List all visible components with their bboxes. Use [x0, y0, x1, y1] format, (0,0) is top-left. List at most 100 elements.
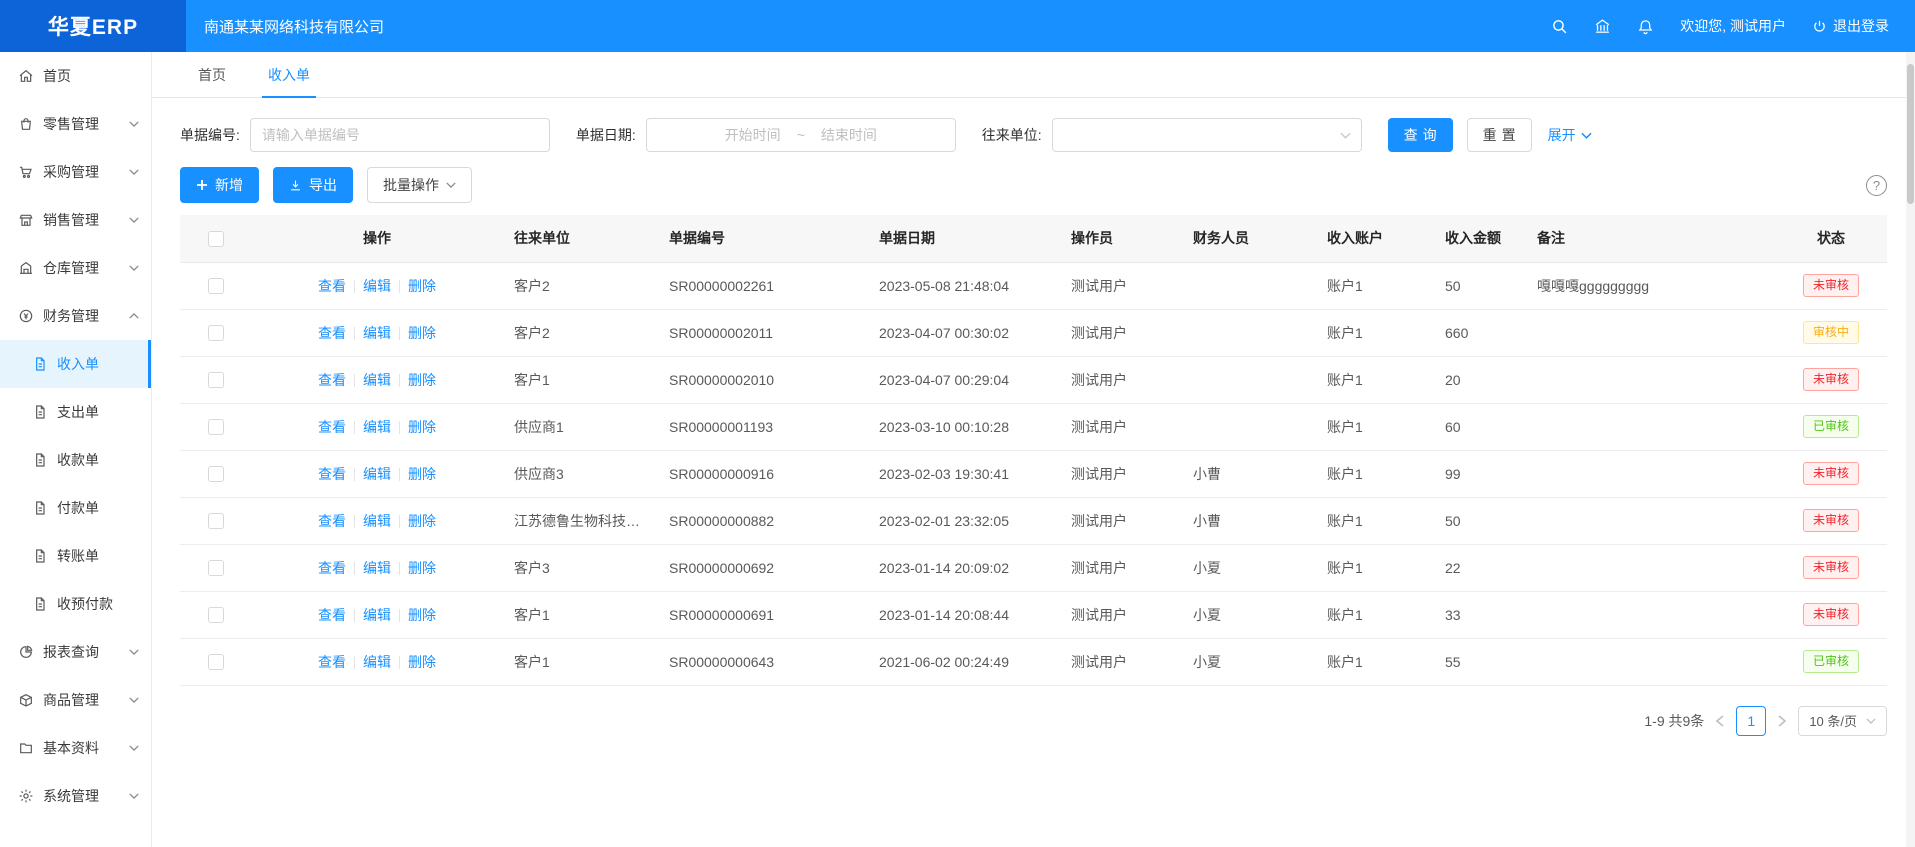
export-button[interactable]: 导出: [273, 167, 353, 203]
search-button[interactable]: 查询: [1388, 118, 1453, 152]
batch-actions-button[interactable]: 批量操作: [367, 167, 472, 203]
edit-link[interactable]: 编辑: [363, 513, 391, 529]
edit-link[interactable]: 编辑: [363, 466, 391, 482]
view-link[interactable]: 查看: [318, 325, 346, 341]
account-cell: 账户1: [1315, 497, 1433, 544]
remark-cell: [1525, 356, 1775, 403]
sidebar-item-expense-bill[interactable]: 支出单: [0, 388, 151, 436]
sidebar-item-reports[interactable]: 报表查询: [0, 628, 151, 676]
page-1-button[interactable]: 1: [1736, 706, 1766, 736]
delete-link[interactable]: 删除: [408, 607, 436, 623]
partner-select[interactable]: [1052, 118, 1362, 152]
sidebar-item-transfer-bill[interactable]: 转账单: [0, 532, 151, 580]
bill-number-input[interactable]: [250, 118, 550, 152]
reset-button[interactable]: 重置: [1467, 118, 1532, 152]
prev-page-button[interactable]: [1716, 715, 1724, 727]
sidebar-item-goods[interactable]: 商品管理: [0, 676, 151, 724]
sidebar-item-label: 报表查询: [43, 642, 129, 662]
edit-link[interactable]: 编辑: [363, 419, 391, 435]
total-text: 1-9 共9条: [1644, 711, 1704, 731]
row-checkbox[interactable]: [208, 466, 224, 482]
op-separator: [354, 421, 355, 434]
sidebar-item-advance-bill[interactable]: 收预付款: [0, 580, 151, 628]
view-link[interactable]: 查看: [318, 607, 346, 623]
delete-link[interactable]: 删除: [408, 560, 436, 576]
edit-link[interactable]: 编辑: [363, 654, 391, 670]
date-separator: ~: [797, 127, 805, 143]
row-checkbox[interactable]: [208, 325, 224, 341]
row-checkbox[interactable]: [208, 513, 224, 529]
finance-staff-cell: [1181, 309, 1315, 356]
sidebar-item-warehouse[interactable]: 仓库管理: [0, 244, 151, 292]
edit-link[interactable]: 编辑: [363, 560, 391, 576]
col-amount: 收入金额: [1433, 215, 1525, 262]
view-link[interactable]: 查看: [318, 372, 346, 388]
bank-icon[interactable]: [1594, 18, 1611, 35]
expand-toggle[interactable]: 展开: [1548, 125, 1592, 145]
row-checkbox[interactable]: [208, 654, 224, 670]
add-button[interactable]: 新增: [180, 167, 259, 203]
bell-icon[interactable]: [1637, 18, 1654, 35]
next-page-button[interactable]: [1778, 715, 1786, 727]
sidebar-item-finance[interactable]: 财务管理: [0, 292, 151, 340]
sidebar-item-home[interactable]: 首页: [0, 52, 151, 100]
document-icon: [32, 452, 48, 468]
scrollbar[interactable]: [1906, 52, 1915, 847]
delete-link[interactable]: 删除: [408, 513, 436, 529]
delete-link[interactable]: 删除: [408, 325, 436, 341]
sidebar-item-sales[interactable]: 销售管理: [0, 196, 151, 244]
chevron-down-icon: [446, 182, 456, 188]
sidebar-item-purchase[interactable]: 采购管理: [0, 148, 151, 196]
sidebar-item-system[interactable]: 系统管理: [0, 772, 151, 820]
delete-link[interactable]: 删除: [408, 278, 436, 294]
chevron-right-icon: [1778, 715, 1786, 727]
view-link[interactable]: 查看: [318, 278, 346, 294]
view-link[interactable]: 查看: [318, 560, 346, 576]
sidebar-finance-submenu: 收入单 支出单 收款单 付款单 转账单 收预付款: [0, 340, 151, 628]
account-cell: 账户1: [1315, 309, 1433, 356]
finance-staff-cell: 小曹: [1181, 497, 1315, 544]
delete-link[interactable]: 删除: [408, 419, 436, 435]
view-link[interactable]: 查看: [318, 513, 346, 529]
help-icon[interactable]: ?: [1866, 175, 1887, 196]
view-link[interactable]: 查看: [318, 654, 346, 670]
search-icon[interactable]: [1551, 18, 1568, 35]
op-separator: [399, 562, 400, 575]
status-badge: 未审核: [1803, 462, 1859, 486]
page-size-select[interactable]: 10 条/页: [1798, 706, 1887, 736]
row-checkbox[interactable]: [208, 419, 224, 435]
op-separator: [399, 327, 400, 340]
view-link[interactable]: 查看: [318, 466, 346, 482]
sidebar-item-retail[interactable]: 零售管理: [0, 100, 151, 148]
edit-link[interactable]: 编辑: [363, 372, 391, 388]
row-checkbox[interactable]: [208, 372, 224, 388]
view-link[interactable]: 查看: [318, 419, 346, 435]
amount-cell: 22: [1433, 544, 1525, 591]
edit-link[interactable]: 编辑: [363, 607, 391, 623]
sidebar-item-receipt-bill[interactable]: 收款单: [0, 436, 151, 484]
sidebar-item-income-bill[interactable]: 收入单: [0, 340, 151, 388]
logout-button[interactable]: 退出登录: [1812, 16, 1889, 36]
row-checkbox[interactable]: [208, 607, 224, 623]
account-cell: 账户1: [1315, 450, 1433, 497]
col-status: 状态: [1775, 215, 1887, 262]
row-checkbox[interactable]: [208, 278, 224, 294]
tab-home[interactable]: 首页: [180, 52, 244, 97]
sidebar-item-payment-bill[interactable]: 付款单: [0, 484, 151, 532]
scrollbar-thumb[interactable]: [1907, 64, 1914, 204]
delete-link[interactable]: 删除: [408, 654, 436, 670]
sidebar-item-basic-data[interactable]: 基本资料: [0, 724, 151, 772]
select-all-checkbox[interactable]: [208, 231, 224, 247]
tab-income-bill[interactable]: 收入单: [250, 52, 328, 97]
op-separator: [354, 327, 355, 340]
row-checkbox[interactable]: [208, 560, 224, 576]
delete-link[interactable]: 删除: [408, 466, 436, 482]
amount-cell: 33: [1433, 591, 1525, 638]
operator-cell: 测试用户: [1059, 262, 1181, 309]
edit-link[interactable]: 编辑: [363, 325, 391, 341]
edit-link[interactable]: 编辑: [363, 278, 391, 294]
welcome-text[interactable]: 欢迎您, 测试用户: [1680, 16, 1786, 36]
date-range-picker[interactable]: 开始时间 ~ 结束时间: [646, 118, 956, 152]
delete-link[interactable]: 删除: [408, 372, 436, 388]
top-header: 华夏ERP 南通某某网络科技有限公司 欢迎您, 测试用户 退出登录: [0, 0, 1915, 52]
